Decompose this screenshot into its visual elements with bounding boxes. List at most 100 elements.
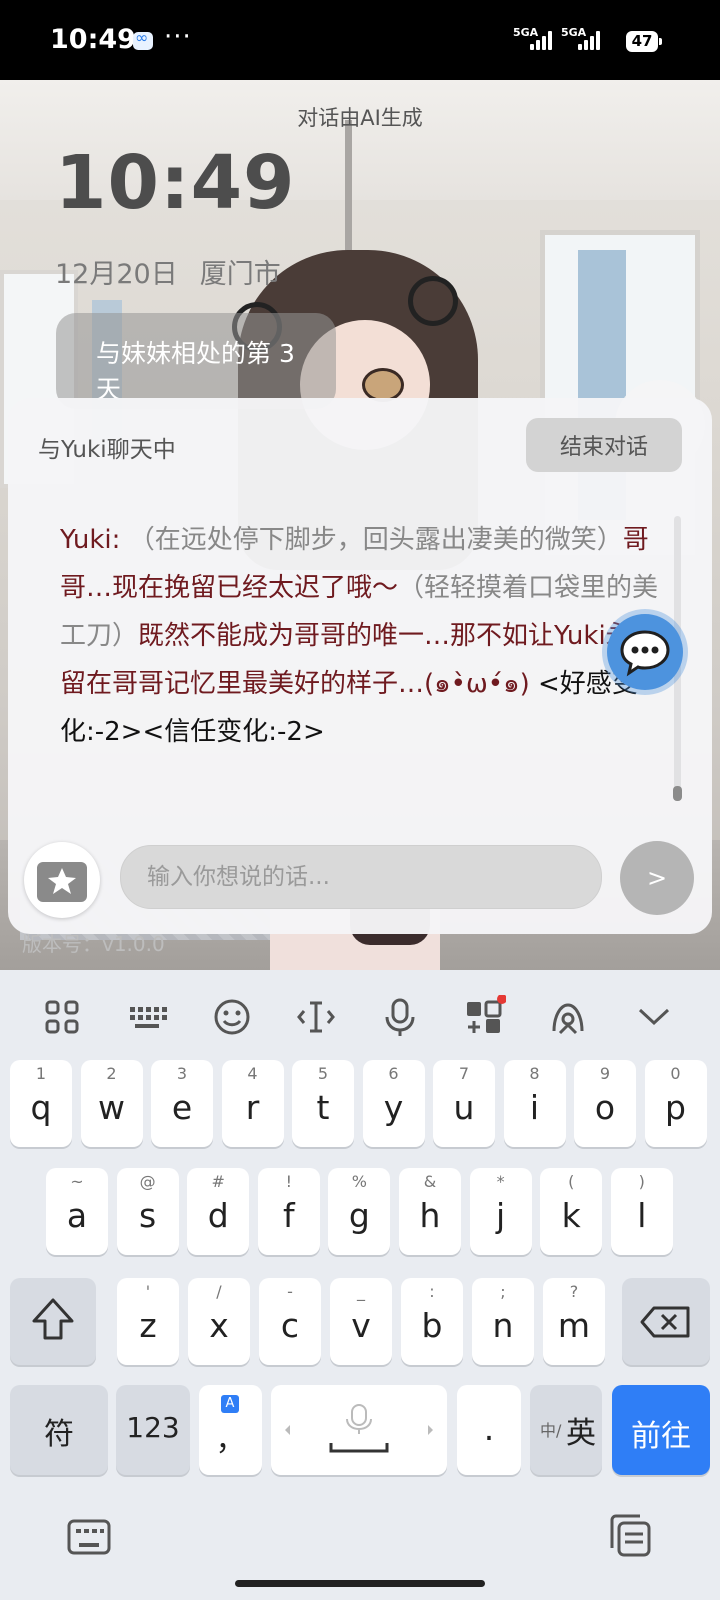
- key-i-label: i: [529, 1088, 540, 1127]
- key-y[interactable]: 6y: [362, 1060, 425, 1147]
- key-m-label: m: [557, 1306, 591, 1345]
- send-button[interactable]: >: [620, 841, 694, 915]
- numbers-key[interactable]: 123: [116, 1385, 190, 1475]
- ai-assistant-icon[interactable]: [546, 995, 590, 1039]
- key-j-secondary: *: [496, 1172, 505, 1191]
- signal-icon-2: [578, 30, 604, 50]
- key-y-label: y: [383, 1088, 404, 1127]
- key-r[interactable]: 4r: [221, 1060, 284, 1147]
- key-u-secondary: 7: [458, 1064, 470, 1083]
- key-s[interactable]: @ s: [116, 1168, 179, 1255]
- collapse-chevron-icon[interactable]: [632, 995, 676, 1039]
- key-u[interactable]: 7u: [433, 1060, 495, 1147]
- enter-key-label: 前往: [631, 1419, 691, 1454]
- microphone-icon[interactable]: [378, 995, 422, 1039]
- app-notification-icon: [133, 28, 153, 50]
- key-e[interactable]: 3e: [151, 1060, 213, 1147]
- hair-ribbon-right: [408, 276, 458, 326]
- key-v-label: v: [351, 1306, 371, 1345]
- key-h-label: h: [419, 1196, 441, 1235]
- key-o[interactable]: 9o: [574, 1060, 636, 1147]
- comma-key[interactable]: A ，: [199, 1385, 262, 1475]
- key-j[interactable]: * j: [469, 1168, 532, 1255]
- scene-clock: 10:49: [55, 140, 296, 226]
- key-l-label: l: [637, 1196, 647, 1235]
- home-indicator[interactable]: [235, 1580, 485, 1587]
- message-action: （在远处停下脚步，回头露出凄美的微笑）: [128, 525, 623, 555]
- key-n[interactable]: ; n: [472, 1278, 534, 1365]
- language-switch-key[interactable]: 中/ 英: [530, 1385, 602, 1475]
- gift-star-icon: [37, 862, 87, 902]
- key-t-label: t: [316, 1088, 330, 1127]
- key-c[interactable]: -c: [259, 1278, 321, 1365]
- key-f-secondary: !: [285, 1172, 292, 1191]
- key-j-label: j: [496, 1196, 506, 1235]
- space-voice-icon: [285, 1404, 433, 1453]
- story-day-card[interactable]: 与妹妹相处的第 3 天: [56, 313, 336, 409]
- backspace-icon: [640, 1306, 690, 1338]
- keyboard-layout-icon[interactable]: [125, 995, 169, 1039]
- key-a-secondary: ~: [70, 1172, 84, 1191]
- period-key-label: .: [483, 1409, 495, 1448]
- end-chat-button[interactable]: 结束对话: [526, 418, 682, 472]
- key-d-secondary: #: [211, 1172, 225, 1191]
- key-n-label: n: [492, 1306, 514, 1345]
- version-label: 版本号：v1.0.0: [22, 932, 165, 956]
- key-x[interactable]: / x: [188, 1278, 250, 1365]
- key-z[interactable]: ' z: [117, 1278, 179, 1365]
- language-prefix: 中/: [540, 1421, 562, 1440]
- toolbox-icon[interactable]: [462, 995, 506, 1039]
- key-b[interactable]: :b: [401, 1278, 463, 1365]
- key-v-secondary: _: [357, 1282, 365, 1301]
- key-c-label: c: [280, 1306, 300, 1345]
- key-h[interactable]: & h: [399, 1168, 461, 1255]
- key-v[interactable]: _ v: [330, 1278, 392, 1365]
- clipboard-icon[interactable]: [606, 1512, 654, 1560]
- emoji-icon[interactable]: [210, 995, 254, 1039]
- backspace-key[interactable]: [622, 1278, 710, 1365]
- key-k-secondary: (: [568, 1172, 575, 1191]
- key-k[interactable]: (k: [540, 1168, 603, 1255]
- key-q[interactable]: 1q: [10, 1060, 72, 1147]
- key-g-secondary: %: [351, 1172, 367, 1191]
- date-location: 12月20日 厦门市: [55, 252, 281, 291]
- key-l[interactable]: ) l: [610, 1168, 673, 1255]
- key-d-label: d: [207, 1196, 229, 1235]
- key-d[interactable]: # d: [187, 1168, 250, 1255]
- status-bar: 10:49 ··· 5GA 5GA 47: [0, 0, 720, 80]
- key-f[interactable]: ! f: [257, 1168, 320, 1255]
- numbers-key-label: 123: [126, 1411, 180, 1444]
- key-w[interactable]: 2w: [80, 1060, 143, 1147]
- message-input-box[interactable]: [120, 845, 602, 909]
- chat-title: 与Yuki聊天中: [38, 437, 176, 463]
- key-o-secondary: 9: [599, 1064, 611, 1083]
- symbols-key[interactable]: 符: [10, 1385, 108, 1475]
- key-i[interactable]: 8i: [503, 1060, 566, 1147]
- chat-bubble-button[interactable]: [607, 614, 683, 690]
- key-t[interactable]: 5t: [292, 1060, 354, 1147]
- key-x-label: x: [209, 1306, 229, 1345]
- key-p[interactable]: 0p: [644, 1060, 707, 1147]
- cursor-icon[interactable]: [294, 995, 338, 1039]
- key-a[interactable]: ~ a: [46, 1168, 108, 1255]
- space-key[interactable]: [271, 1385, 447, 1475]
- key-i-secondary: 8: [529, 1064, 540, 1083]
- scrollbar-thumb[interactable]: [673, 786, 682, 801]
- key-r-secondary: 4: [247, 1064, 258, 1083]
- key-g-label: g: [348, 1196, 370, 1235]
- chat-bubble-icon: [620, 630, 670, 677]
- message-input[interactable]: [145, 846, 589, 908]
- key-o-label: o: [594, 1088, 616, 1127]
- key-g[interactable]: % g: [328, 1168, 391, 1255]
- key-e-label: e: [171, 1088, 193, 1127]
- gift-button[interactable]: [24, 842, 100, 918]
- key-l-secondary: ): [638, 1172, 645, 1191]
- keyboard-switch-icon[interactable]: [66, 1516, 112, 1558]
- comma-key-badge: A: [221, 1395, 239, 1413]
- key-y-secondary: 6: [388, 1064, 399, 1083]
- key-m[interactable]: ? m: [543, 1278, 605, 1365]
- period-key[interactable]: .: [457, 1385, 521, 1475]
- grid-icon[interactable]: [40, 995, 84, 1039]
- shift-key[interactable]: [10, 1278, 96, 1365]
- enter-go-key[interactable]: 前往: [612, 1385, 710, 1475]
